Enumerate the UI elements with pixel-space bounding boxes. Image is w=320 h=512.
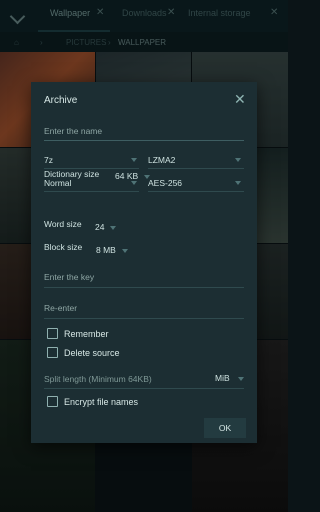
- chevron-down-icon[interactable]: [131, 158, 137, 162]
- input-underline: [44, 388, 244, 389]
- delete-source-label: Delete source: [64, 348, 120, 358]
- input-underline: [44, 318, 244, 319]
- remember-checkbox[interactable]: [47, 328, 58, 339]
- chevron-down-icon[interactable]: [131, 181, 137, 185]
- select-underline: [148, 191, 244, 192]
- select-underline: [44, 191, 139, 192]
- archive-name-input[interactable]: Enter the name: [44, 126, 244, 141]
- block-size-select[interactable]: 8 MB: [96, 245, 116, 255]
- select-underline: [148, 168, 244, 169]
- chevron-down-icon[interactable]: [122, 249, 128, 253]
- close-icon[interactable]: ✕: [234, 92, 246, 106]
- remember-label: Remember: [64, 329, 109, 339]
- chevron-down-icon[interactable]: [238, 377, 244, 381]
- reenter-key-input[interactable]: Re-enter: [44, 303, 77, 313]
- encryption-select[interactable]: AES-256: [148, 178, 182, 188]
- method-select[interactable]: LZMA2: [148, 155, 175, 165]
- chevron-down-icon[interactable]: [110, 226, 116, 230]
- split-length-input[interactable]: Split length (Minimum 64KB): [44, 374, 152, 384]
- chevron-down-icon[interactable]: [235, 158, 241, 162]
- split-unit-select[interactable]: MiB: [215, 373, 230, 383]
- word-size-label: Word size: [44, 219, 82, 229]
- ok-button[interactable]: OK: [204, 418, 246, 438]
- dictionary-size-label: Dictionary size: [44, 169, 100, 179]
- word-size-select[interactable]: 24: [95, 222, 104, 232]
- encrypt-file-names-checkbox[interactable]: [47, 396, 58, 407]
- key-input[interactable]: Enter the key: [44, 272, 94, 282]
- dialog-title: Archive: [44, 95, 78, 106]
- block-size-label: Block size: [44, 242, 83, 252]
- chevron-down-icon[interactable]: [144, 175, 150, 179]
- delete-source-checkbox[interactable]: [47, 347, 58, 358]
- input-underline: [44, 287, 244, 288]
- format-select[interactable]: 7z: [44, 155, 53, 165]
- encrypt-file-names-label: Encrypt file names: [64, 397, 139, 407]
- dictionary-size-select[interactable]: 64 KB: [115, 171, 138, 181]
- level-select[interactable]: Normal: [44, 178, 71, 188]
- chevron-down-icon[interactable]: [235, 181, 241, 185]
